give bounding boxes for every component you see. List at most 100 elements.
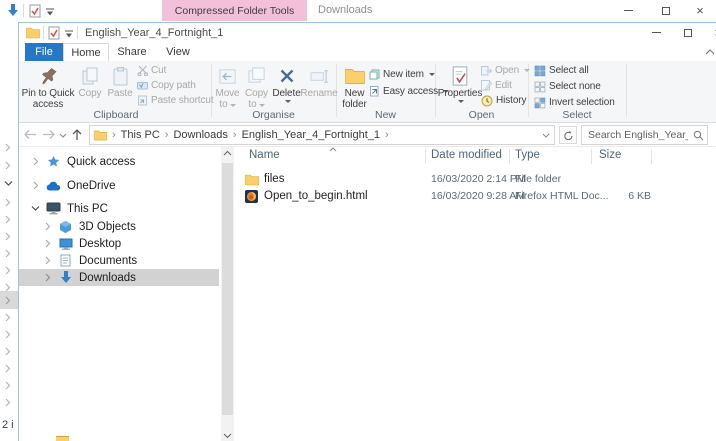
screen: Compressed Folder Tools Downloads × 2 i [0,0,716,441]
file-list: Name Date modified Type Size files 16/03… [237,147,716,441]
breadcrumb-current-folder[interactable]: English_Year_4_Fortnight_1 [242,129,380,141]
close-button[interactable]: × [705,23,716,42]
tree-chevron-icon[interactable] [30,181,40,190]
tab-file[interactable]: File [25,43,63,61]
copy-path-button[interactable]: Copy path [137,78,196,93]
tree-chevron-icon[interactable] [42,222,52,231]
tree-chevron-icon [4,283,11,292]
breadcrumb-downloads[interactable]: Downloads [173,129,227,141]
properties-button[interactable]: Properties [438,63,482,103]
sidebar-item-onedrive[interactable]: OneDrive [19,177,219,194]
tab-view[interactable]: View [155,43,201,61]
tree-chevron-icon[interactable] [42,256,52,265]
new-item-button[interactable]: New item [369,67,435,82]
minimize-button[interactable] [643,23,669,42]
history-clock-icon [481,95,493,107]
move-to-button[interactable]: Move to [213,63,242,110]
sidebar-item-desktop[interactable]: Desktop [19,235,219,252]
group-divider [626,64,627,117]
tree-chevron-icon [4,296,11,305]
column-divider[interactable] [651,149,652,164]
maximize-button[interactable] [652,0,680,21]
tree-chevron-icon [4,249,11,258]
paste-button[interactable]: Paste [105,63,135,99]
back-icon[interactable] [23,129,37,140]
address-bar[interactable]: › This PC › Downloads › English_Year_4_F… [89,125,555,145]
pin-to-quick-access-button[interactable]: Pin to Quick access [21,63,75,110]
tree-chevron-icon[interactable] [42,239,52,248]
tree-chevron-icon[interactable] [42,273,52,282]
tab-share[interactable]: Share [109,43,155,61]
minimize-button[interactable] [614,0,642,21]
collapse-ribbon-icon[interactable] [705,49,715,55]
group-label-organise: Organise [252,109,295,121]
address-history-chevron-icon[interactable] [542,133,550,138]
breadcrumb-this-pc[interactable]: This PC [121,129,160,141]
tab-home[interactable]: Home [63,43,109,61]
file-size: 6 KB [628,190,651,202]
group-label-new: New [374,109,396,121]
column-header-type[interactable]: Type [515,149,540,161]
close-button[interactable]: × [686,0,714,21]
column-header-size[interactable]: Size [599,149,621,161]
copy-button[interactable]: Copy [75,63,105,99]
invert-selection-button[interactable]: Invert selection [534,95,615,110]
group-new: New folder New item Easy access New [336,61,450,122]
copy-to-button[interactable]: Copy to [242,63,271,110]
recent-locations-chevron-icon[interactable] [59,133,67,138]
paste-shortcut-button[interactable]: Paste shortcut [137,93,214,108]
column-divider[interactable] [591,149,592,164]
open-icon [481,65,492,76]
refresh-icon [563,130,574,141]
column-header-date-modified[interactable]: Date modified [431,149,502,161]
quick-access-star-icon [45,155,62,168]
paste-icon [113,64,128,88]
contextual-tab-compressed-folder-tools[interactable]: Compressed Folder Tools [162,0,307,21]
tree-chevron-icon [4,313,11,322]
select-all-button[interactable]: Select all [534,63,589,78]
select-none-button[interactable]: Select none [534,79,601,94]
tree-chevron-down-icon[interactable] [30,205,40,212]
open-button[interactable]: Open [481,63,531,78]
scroll-down-icon[interactable] [223,433,232,439]
column-header-name[interactable]: Name [249,149,280,161]
group-label-select: Select [562,109,592,121]
firefox-html-icon [245,190,258,203]
quick-access-properties-icon[interactable] [29,4,41,18]
file-row-files[interactable]: files 16/03/2020 2:14 PM File folder [237,171,707,188]
refresh-button[interactable] [559,126,577,144]
customize-toolbar-dropdown-icon[interactable] [64,30,74,38]
file-row-open-to-begin[interactable]: Open_to_begin.html 16/03/2020 9:28 AM Fi… [237,188,707,205]
sidebar-item-downloads[interactable]: Downloads [19,269,219,286]
sidebar-item-3d-objects[interactable]: 3D Objects [19,218,219,235]
rename-button[interactable]: Rename [300,63,338,99]
folder-icon [26,27,40,39]
sidebar-item-quick-access[interactable]: Quick access [19,153,219,170]
up-icon[interactable] [71,128,83,141]
scroll-up-icon[interactable] [223,150,232,156]
sidebar-item-documents[interactable]: Documents [19,252,219,269]
customize-toolbar-dropdown-icon[interactable] [45,8,55,16]
file-name: files [264,173,285,185]
maximize-button[interactable] [675,23,701,42]
new-folder-button[interactable]: New folder [338,63,371,110]
forward-icon[interactable] [42,129,56,140]
background-window-titlebar[interactable]: Compressed Folder Tools Downloads × [0,0,716,22]
tree-chevron-icon[interactable] [30,157,40,166]
background-window-title: Downloads [318,4,373,16]
scrollbar-thumb[interactable] [222,163,233,415]
search-input[interactable] [586,127,690,143]
quick-access-properties-icon[interactable] [48,26,60,40]
history-button[interactable]: History [481,93,527,108]
search-box[interactable] [581,125,708,145]
pushpin-icon [35,62,61,90]
sidebar-scrollbar[interactable] [221,147,234,441]
titlebar[interactable]: English_Year_4_Fortnight_1 × [19,23,716,43]
column-divider[interactable] [425,149,426,164]
cut-button[interactable]: Cut [137,63,166,78]
delete-button[interactable]: Delete [271,63,302,103]
edit-button[interactable]: Edit [481,78,512,93]
sidebar-item-this-pc[interactable]: This PC [19,200,219,217]
column-divider[interactable] [509,149,510,164]
partial-folder-icon [56,436,69,441]
